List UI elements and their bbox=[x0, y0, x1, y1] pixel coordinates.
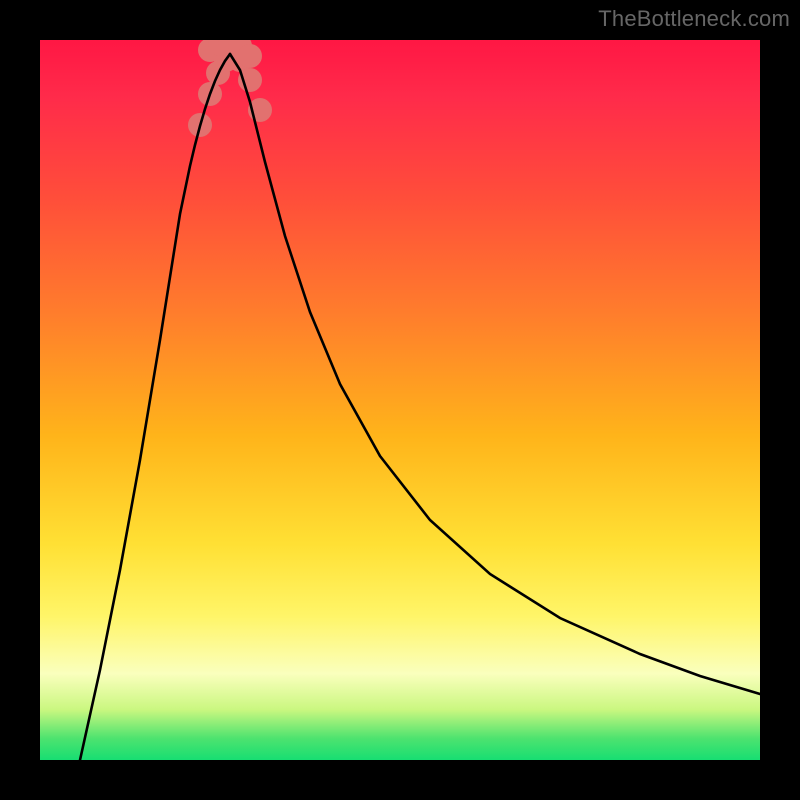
chart-container: TheBottleneck.com bbox=[0, 0, 800, 800]
watermark-text: TheBottleneck.com bbox=[598, 6, 790, 32]
curve-right-branch bbox=[230, 54, 760, 694]
plot-area bbox=[40, 40, 760, 760]
curve-svg bbox=[40, 40, 760, 760]
curve-left-branch bbox=[80, 54, 230, 760]
dip-marker-dot bbox=[238, 44, 262, 68]
